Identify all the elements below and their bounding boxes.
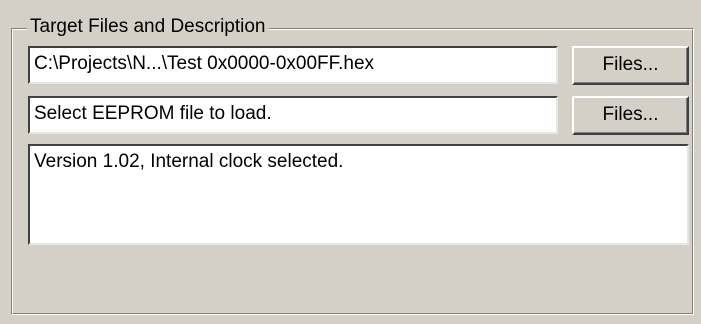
description-textarea[interactable]: Version 1.02, Internal clock selected. [28,144,689,245]
groupbox-title: Target Files and Description [27,16,269,38]
flash-file-path-field[interactable]: C:\Projects\N...\Test 0x0000-0x00FF.hex [28,46,558,84]
eeprom-files-button[interactable]: Files... [572,96,689,135]
eeprom-file-path-field[interactable]: Select EEPROM file to load. [28,96,558,134]
flash-files-button[interactable]: Files... [572,46,689,85]
